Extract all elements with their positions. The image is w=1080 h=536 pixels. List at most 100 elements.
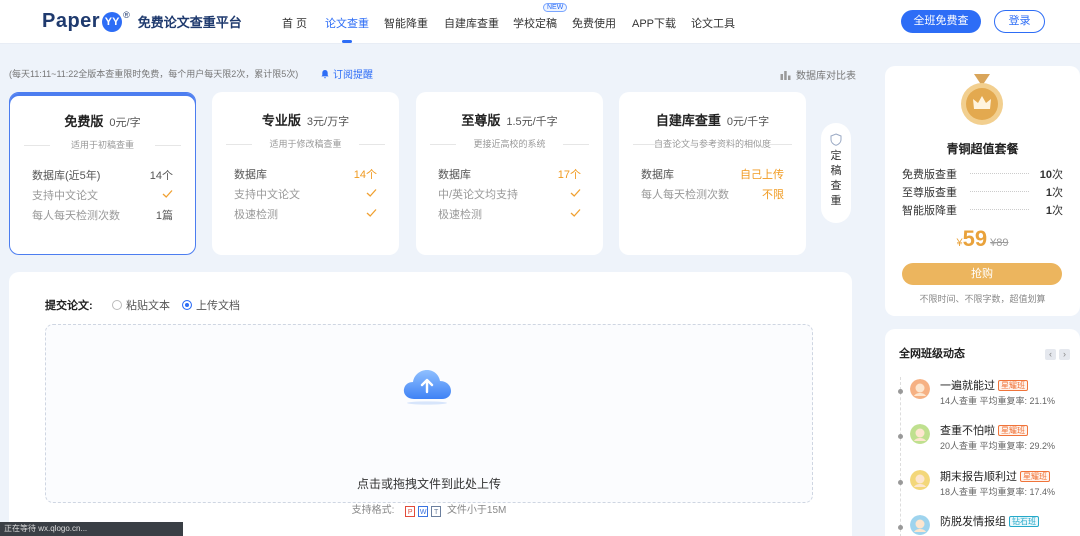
radio-dot (182, 300, 192, 310)
buy-button[interactable]: 抢购 (902, 263, 1062, 285)
timeline-dot (898, 389, 903, 394)
plan-feature: 极速检测 (438, 206, 581, 221)
nav-paper-check[interactable]: 论文查重 (325, 15, 369, 43)
row-value: 1次 (1046, 202, 1063, 218)
class-free-check-button[interactable]: 全班免费查 (901, 10, 981, 33)
timeline-dot (898, 434, 903, 439)
plan-feature: 数据库 14个 (234, 166, 377, 181)
plan-subtitle: 更接近高校的系统 (430, 137, 589, 150)
plan-card-free[interactable]: 免费版 0元/字 适用于初稿查重 数据库(近5年) 14个 支持中文论文 每人每天检… (9, 92, 196, 255)
txt-icon: T (431, 506, 442, 517)
feed-item[interactable]: 一遍就能过 星耀班 14人查重 平均重复率: 21.1% (895, 374, 1075, 410)
final-check-tab[interactable]: 定稿查重 (821, 123, 851, 223)
login-button[interactable]: 登录 (994, 10, 1045, 33)
class-name: 查重不怕啦 (940, 425, 995, 437)
file-dropzone[interactable]: 点击或拖拽文件到此处上传 支持格式: PWT 文件小于15M (45, 324, 813, 517)
feed-item[interactable]: 期末报告顺利过 星耀班 18人查重 平均重复率: 17.4% (895, 465, 1075, 501)
feed-item-stats: 20人查重 平均重复率: 29.2% (940, 441, 1056, 451)
original-price: ¥89 (990, 237, 1009, 249)
chevron-left-icon[interactable]: ‹ (1045, 349, 1056, 360)
package-note: 不限时间、不限字数，超值划算 (919, 294, 1046, 304)
formats-label: 支持格式: (351, 505, 395, 516)
plan-price: 1.5元/千字 (506, 116, 558, 128)
current-price: 59 (962, 226, 988, 251)
plan-card-pro[interactable]: 专业版 3元/万字 适用于修改稿查重 数据库 14个 支持中文论文 极速检测 (212, 92, 399, 255)
plan-subtitle: 适用于初稿查重 (24, 138, 181, 151)
upload-doc-radio[interactable]: 上传文档 (182, 297, 240, 313)
row-label: 智能版降重 (902, 205, 957, 217)
feed-item-name: 一遍就能过 星耀班 (940, 377, 1028, 393)
row-value: 10次 (1040, 166, 1063, 182)
feed-item-stats: 14人查重 平均重复率: 21.1% (940, 396, 1056, 406)
card-head: 至尊版 1.5元/千字 (416, 110, 603, 129)
plan-feature: 数据库 自己上传 (641, 166, 784, 181)
logo[interactable]: Paper YY ® 免费论文查重平台 (42, 10, 242, 33)
nav-school-final[interactable]: 学校定稿 NEW (513, 3, 568, 31)
compare-label: 数据库对比表 (796, 71, 856, 82)
pdf-icon: P (405, 506, 416, 517)
feature-label: 支持中文论文 (234, 189, 300, 201)
feature-label: 每人每天检测次数 (641, 189, 729, 201)
nav-self-library-check[interactable]: 自建库查重 (444, 15, 499, 31)
feature-label: 极速检测 (234, 209, 278, 221)
nav-home[interactable]: 首 页 (282, 15, 307, 31)
feed-item[interactable]: 查重不怕啦 星耀班 20人查重 平均重复率: 29.2% (895, 419, 1075, 455)
plan-name: 免费版 (64, 114, 104, 129)
medal-crown-icon (961, 74, 1003, 125)
subscribe-link[interactable]: 订阅提醒 (320, 66, 373, 81)
row-unit: 次 (1052, 169, 1063, 181)
check-icon (570, 189, 581, 197)
logo-badge: YY (102, 11, 123, 32)
plan-feature: 每人每天检测次数 1篇 (32, 207, 173, 222)
nav-smart-rewrite[interactable]: 智能降重 (384, 15, 428, 31)
plan-feature: 数据库 17个 (438, 166, 581, 181)
row-label: 免费版查重 (902, 169, 957, 181)
word-icon: W (418, 506, 429, 517)
feed-item-name: 查重不怕啦 星耀班 (940, 422, 1028, 438)
drop-instruction: 点击或拖拽文件到此处上传 (356, 477, 501, 491)
plan-card-self-library[interactable]: 自建库查重 0元/千字 自查论文与参考资料的相似度 数据库 自己上传 每人每天检测次… (619, 92, 806, 255)
row-unit: 次 (1052, 205, 1063, 217)
feed-item[interactable]: 防脱发情报组 钻石班 (895, 510, 1075, 536)
class-name: 防脱发情报组 (940, 516, 1006, 528)
nav-app-download[interactable]: APP下载 (632, 15, 676, 31)
check-icon (366, 189, 377, 197)
plan-card-supreme[interactable]: 至尊版 1.5元/千字 更接近高校的系统 数据库 17个 中/英论文均支持 极速检测 (416, 92, 603, 255)
top-header: Paper YY ® 免费论文查重平台 首 页 论文查重 智能降重 自建库查重 … (0, 0, 1080, 44)
bar-chart-icon (780, 71, 791, 80)
paste-text-label: 粘贴文本 (126, 300, 170, 312)
nav-school-final-label: 学校定稿 (513, 18, 557, 30)
promo-notice: (每天11:11~11:22全版本查重限时免费，每个用户每天限2次，累计限5次) (9, 69, 299, 79)
avatar (910, 424, 930, 444)
row-unit: 次 (1052, 187, 1063, 199)
package-title: 青铜超值套餐 (946, 142, 1019, 156)
feature-value: 14个 (149, 170, 173, 182)
radio-dot (112, 300, 122, 310)
package-row: 免费版查重 10次 (902, 166, 1063, 182)
feed-title: 全网班级动态 (899, 348, 965, 360)
nav-paper-tools[interactable]: 论文工具 (691, 15, 735, 31)
nav-free-use[interactable]: 免费使用 (572, 15, 616, 31)
logo-title: 免费论文查重平台 (137, 15, 242, 30)
paste-text-radio[interactable]: 粘贴文本 (112, 297, 170, 313)
plan-feature: 数据库(近5年) 14个 (32, 167, 173, 182)
timeline-dot (898, 525, 903, 530)
package-price: ¥59 ¥89 (885, 226, 1080, 252)
tier-badge: 星耀班 (998, 380, 1028, 391)
feature-value: 自己上传 (740, 169, 784, 181)
feature-value: 14个 (353, 169, 377, 181)
chevron-right-icon[interactable]: › (1059, 349, 1070, 360)
feature-value: 1篇 (155, 210, 173, 222)
cloud-upload-icon (403, 370, 451, 405)
avatar (910, 379, 930, 399)
plan-feature: 每人每天检测次数 不限 (641, 186, 784, 201)
row-count: 10 (1039, 169, 1052, 181)
feature-value: 17个 (557, 169, 581, 181)
class-name: 期末报告顺利过 (940, 471, 1017, 483)
final-check-label: 定稿查重 (830, 150, 842, 207)
database-compare-link[interactable]: 数据库对比表 (780, 67, 856, 82)
class-activity-feed: 全网班级动态 ‹ › 一遍就能过 星耀班 14人查重 平均重复率: 21.1% 查重… (885, 329, 1080, 536)
feature-label: 数据库 (234, 169, 267, 181)
plan-name: 至尊版 (461, 113, 501, 128)
plan-price: 0元/千字 (726, 116, 770, 128)
